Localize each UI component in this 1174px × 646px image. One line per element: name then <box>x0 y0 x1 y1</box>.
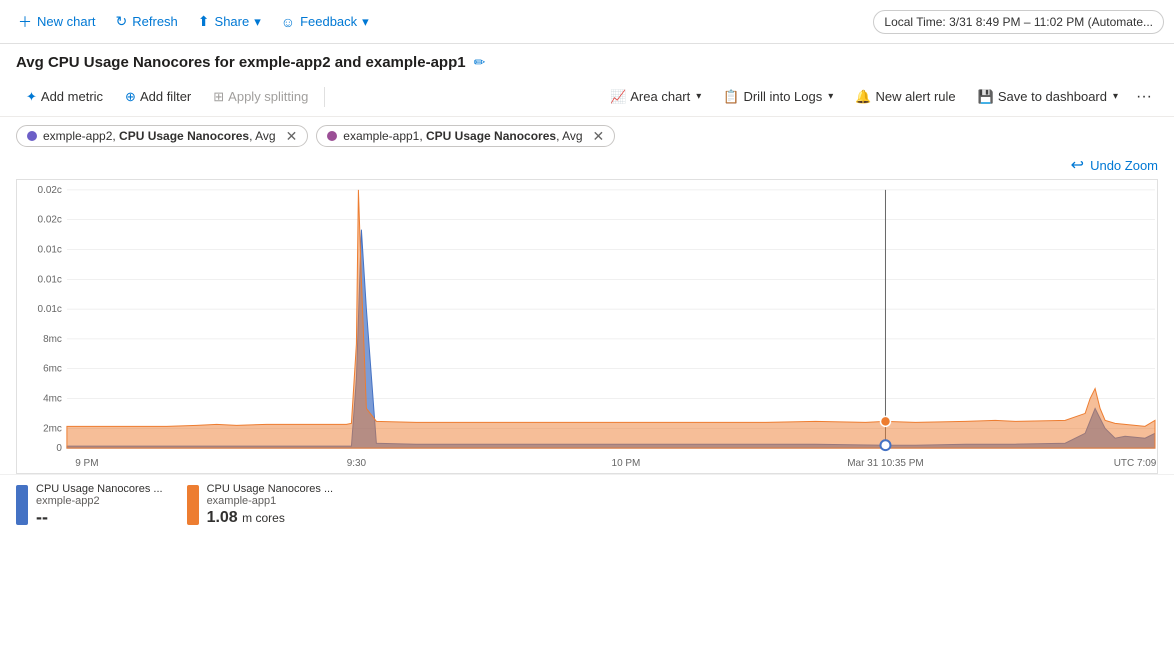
pill-dot-2 <box>327 131 337 141</box>
svg-text:9 PM: 9 PM <box>75 458 98 469</box>
chart-area[interactable]: 0.02c 0.02c 0.01c 0.01c 0.01c 8mc 6mc 4m… <box>16 179 1158 474</box>
legend-value-2: 1.08 m cores <box>207 509 334 527</box>
save-to-dashboard-button[interactable]: 💾 Save to dashboard ▾ <box>968 84 1128 110</box>
refresh-button[interactable]: ↻ Refresh <box>108 9 186 34</box>
legend-color-2 <box>187 485 199 525</box>
legend-label-1: CPU Usage Nanocores ... <box>36 483 163 495</box>
svg-text:2mc: 2mc <box>43 423 62 434</box>
area-chart-chevron: ▾ <box>696 91 701 102</box>
title-bar: Avg CPU Usage Nanocores for exmple-app2 … <box>0 44 1174 77</box>
top-bar-left: ＋ New chart ↻ Refresh ⬆ Share ▾ ☺ Feedba… <box>10 8 873 36</box>
more-options-button[interactable]: ··· <box>1130 83 1158 111</box>
pill-text-1: exmple-app2, CPU Usage Nanocores, Avg <box>43 129 276 143</box>
share-icon: ⬆ <box>198 13 210 30</box>
save-dashboard-icon: 💾 <box>978 89 994 105</box>
svg-text:4mc: 4mc <box>43 394 62 405</box>
chart-legend: CPU Usage Nanocores ... exmple-app2 -- C… <box>0 474 1174 536</box>
legend-sublabel-2: example-app1 <box>207 495 334 507</box>
add-metric-icon: ✦ <box>26 89 37 105</box>
apply-splitting-button[interactable]: ⊞ Apply splitting <box>203 84 318 110</box>
legend-item-1: CPU Usage Nanocores ... exmple-app2 -- <box>16 483 163 528</box>
chart-title: Avg CPU Usage Nanocores for exmple-app2 … <box>16 54 466 71</box>
time-range-selector[interactable]: Local Time: 3/31 8:49 PM – 11:02 PM (Aut… <box>873 10 1164 34</box>
drill-logs-icon: 📋 <box>723 89 739 105</box>
undo-zoom-bar: ↩ Undo Zoom <box>0 155 1174 179</box>
svg-text:0.01c: 0.01c <box>38 304 62 315</box>
action-bar: ✦ Add metric ⊕ Add filter ⊞ Apply splitt… <box>0 77 1174 117</box>
legend-info-2: CPU Usage Nanocores ... example-app1 1.0… <box>207 483 334 527</box>
feedback-chevron-icon: ▾ <box>362 14 369 30</box>
feedback-button[interactable]: ☺ Feedback ▾ <box>273 10 377 34</box>
edit-title-icon[interactable]: ✏ <box>474 54 486 71</box>
area-chart-icon: 📈 <box>610 89 626 105</box>
legend-value-1: -- <box>36 507 163 528</box>
svg-text:8mc: 8mc <box>43 334 62 345</box>
pill-bar: exmple-app2, CPU Usage Nanocores, Avg ✕ … <box>0 117 1174 155</box>
action-bar-right: 📈 Area chart ▾ 📋 Drill into Logs ▾ 🔔 New… <box>600 83 1158 111</box>
legend-color-1 <box>16 485 28 525</box>
svg-text:0: 0 <box>56 443 62 454</box>
chart-svg: 0.02c 0.02c 0.01c 0.01c 0.01c 8mc 6mc 4m… <box>17 180 1157 473</box>
add-filter-button[interactable]: ⊕ Add filter <box>115 84 201 110</box>
share-chevron-icon: ▾ <box>254 14 261 30</box>
svg-text:0.01c: 0.01c <box>38 274 62 285</box>
svg-text:6mc: 6mc <box>43 364 62 375</box>
svg-text:0.02c: 0.02c <box>38 185 62 196</box>
svg-text:10 PM: 10 PM <box>612 458 641 469</box>
undo-zoom-button[interactable]: ↩ Undo Zoom <box>1071 155 1158 175</box>
feedback-icon: ☺ <box>281 14 295 30</box>
undo-zoom-icon: ↩ <box>1071 155 1084 175</box>
share-button[interactable]: ⬆ Share ▾ <box>190 9 269 34</box>
svg-text:9:30: 9:30 <box>347 458 367 469</box>
svg-text:UTC 7:09: UTC 7:09 <box>1114 458 1157 469</box>
action-separator-1 <box>324 87 325 107</box>
splitting-icon: ⊞ <box>213 89 224 105</box>
drill-into-logs-button[interactable]: 📋 Drill into Logs ▾ <box>713 84 843 110</box>
new-alert-rule-button[interactable]: 🔔 New alert rule <box>845 84 965 110</box>
legend-label-2: CPU Usage Nanocores ... <box>207 483 334 495</box>
pill-close-1[interactable]: ✕ <box>286 129 298 143</box>
refresh-icon: ↻ <box>116 13 128 30</box>
legend-item-2: CPU Usage Nanocores ... example-app1 1.0… <box>187 483 334 528</box>
legend-unit-2: m cores <box>242 511 285 525</box>
metric-pill-2[interactable]: example-app1, CPU Usage Nanocores, Avg ✕ <box>316 125 615 147</box>
pill-close-2[interactable]: ✕ <box>593 129 605 143</box>
save-dashboard-chevron: ▾ <box>1113 91 1118 102</box>
svg-text:0.02c: 0.02c <box>38 215 62 226</box>
new-chart-button[interactable]: ＋ New chart <box>10 8 104 36</box>
svg-text:Mar 31 10:35 PM: Mar 31 10:35 PM <box>847 458 923 469</box>
pill-text-2: example-app1, CPU Usage Nanocores, Avg <box>343 129 582 143</box>
drill-logs-chevron: ▾ <box>828 91 833 102</box>
legend-sublabel-1: exmple-app2 <box>36 495 163 507</box>
pill-dot-1 <box>27 131 37 141</box>
alert-rule-icon: 🔔 <box>855 89 871 105</box>
area-chart-button[interactable]: 📈 Area chart ▾ <box>600 84 711 110</box>
plus-icon: ＋ <box>18 12 32 32</box>
top-toolbar: ＋ New chart ↻ Refresh ⬆ Share ▾ ☺ Feedba… <box>0 0 1174 44</box>
svg-text:0.01c: 0.01c <box>38 245 62 256</box>
metric-pill-1[interactable]: exmple-app2, CPU Usage Nanocores, Avg ✕ <box>16 125 308 147</box>
legend-info-1: CPU Usage Nanocores ... exmple-app2 -- <box>36 483 163 528</box>
add-metric-button[interactable]: ✦ Add metric <box>16 84 113 110</box>
add-filter-icon: ⊕ <box>125 89 136 105</box>
